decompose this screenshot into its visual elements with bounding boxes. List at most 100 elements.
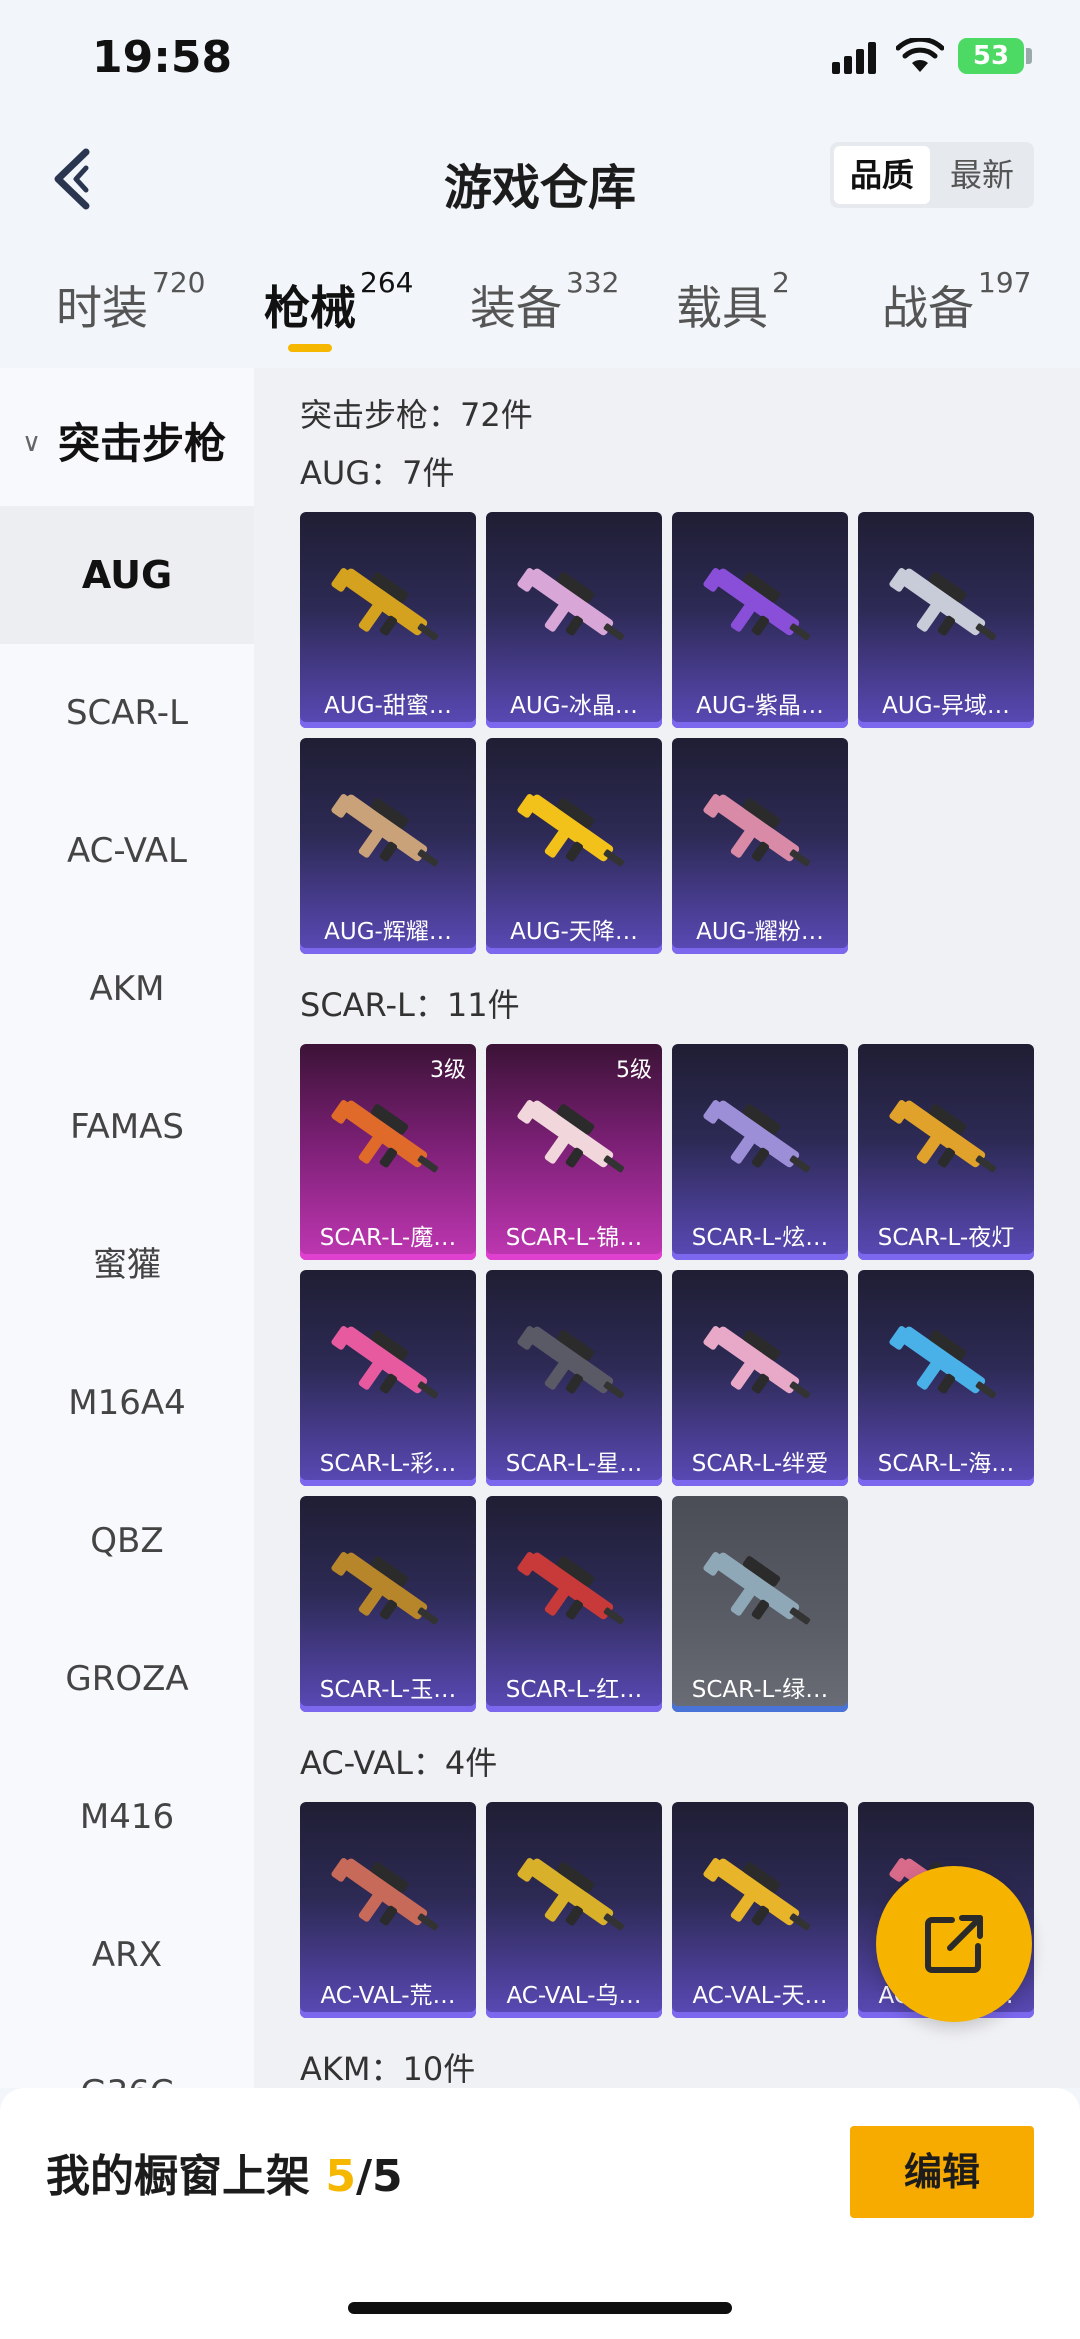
weapon-name: SCAR-L-夜灯 (877, 1225, 1015, 1251)
sort-newest-button[interactable]: 最新 (934, 146, 1030, 204)
tab-count: 2 (772, 266, 790, 299)
header: 游戏仓库 品质 最新 (0, 120, 1080, 240)
weapon-card[interactable]: AUG-甜蜜… (300, 512, 476, 728)
section-title: AKM：10件 (300, 2050, 476, 2088)
tab-label: 枪械 (264, 281, 356, 335)
sidebar-item[interactable]: ARX (0, 1886, 254, 2024)
battery-tip (1026, 48, 1032, 64)
weapon-grid: 突击步枪：72件 AUG：7件 AUG-甜蜜… AUG-冰晶… AUG-紫晶… AUG-… (254, 368, 1080, 2088)
weapon-card[interactable]: SCAR-L-彩… (300, 1270, 476, 1486)
showcase-label: 我的橱窗上架 (46, 2151, 326, 2202)
weapon-card[interactable]: AC-VAL-荒… (300, 1802, 476, 2018)
weapon-name: SCAR-L-绊爱 (691, 1451, 829, 1477)
sidebar-item[interactable]: AUG (0, 506, 254, 644)
tab-label: 装备 (470, 281, 562, 335)
weapon-name: SCAR-L-彩… (319, 1451, 457, 1477)
tab-label: 战备 (882, 281, 974, 335)
weapon-sidebar: ∨ 突击步枪 AUG SCAR-L AC-VAL AKM FAMAS 蜜獾 M16A4 QBZ… (0, 368, 254, 2088)
bottom-bar: 我的橱窗上架 5/5 编辑 (0, 2088, 1080, 2339)
weapon-name: SCAR-L-玉… (319, 1677, 457, 1703)
sort-quality-button[interactable]: 品质 (834, 146, 930, 204)
weapon-card[interactable]: AUG-异域… (858, 512, 1034, 728)
weapon-name: SCAR-L-绿… (691, 1677, 829, 1703)
weapon-name: SCAR-L-红… (505, 1677, 643, 1703)
sidebar-item[interactable]: FAMAS (0, 1058, 254, 1196)
rifle-icon (703, 568, 811, 641)
weapon-card[interactable]: AUG-紫晶… (672, 512, 848, 728)
weapon-name: AC-VAL-荒… (320, 1983, 456, 2009)
rifle-icon (889, 1326, 997, 1399)
sidebar-item[interactable]: M16A4 (0, 1334, 254, 1472)
weapon-card[interactable]: AC-VAL-天… (672, 1802, 848, 2018)
battery-level: 53 (958, 38, 1024, 74)
sidebar-category[interactable]: ∨ 突击步枪 (0, 368, 254, 506)
tab-vehicles[interactable]: 载具 2 (676, 266, 790, 338)
weapon-name: AUG-异域… (882, 693, 1010, 719)
weapon-card[interactable]: 3级 SCAR-L-魔… (300, 1044, 476, 1260)
weapon-card[interactable]: SCAR-L-夜灯 (858, 1044, 1034, 1260)
rifle-icon (703, 1858, 811, 1931)
chevron-down-icon: ∨ (22, 428, 42, 458)
showcase-count: 5 (325, 2151, 356, 2202)
tab-equipment[interactable]: 装备 332 (470, 266, 619, 338)
rifle-icon (517, 794, 625, 867)
edit-button[interactable]: 编辑 (850, 2126, 1034, 2218)
tab-label: 时装 (56, 281, 148, 335)
rifle-icon (517, 568, 625, 641)
weapon-card[interactable]: AUG-冰晶… (486, 512, 662, 728)
weapon-name: AUG-甜蜜… (324, 693, 452, 719)
sidebar-item[interactable]: AC-VAL (0, 782, 254, 920)
sidebar-item[interactable]: M416 (0, 1748, 254, 1886)
weapon-card[interactable]: AUG-天降… (486, 738, 662, 954)
rifle-icon (517, 1858, 625, 1931)
rifle-icon (331, 1552, 439, 1625)
tab-count: 197 (978, 266, 1032, 299)
rifle-icon (703, 1552, 811, 1625)
sidebar-item[interactable]: SCAR-L (0, 644, 254, 782)
weapon-card[interactable]: SCAR-L-海… (858, 1270, 1034, 1486)
tab-guns[interactable]: 枪械 264 (264, 266, 413, 338)
active-tab-indicator (288, 344, 332, 352)
share-button[interactable] (876, 1866, 1032, 2022)
weapon-card[interactable]: SCAR-L-星… (486, 1270, 662, 1486)
sidebar-item[interactable]: GROZA (0, 1610, 254, 1748)
rifle-icon (331, 568, 439, 641)
status-bar: 19:58 53 (0, 0, 1080, 120)
level-badge: 5级 (616, 1058, 652, 1083)
weapon-card[interactable]: SCAR-L-绊爱 (672, 1270, 848, 1486)
sidebar-item[interactable]: 蜜獾 (0, 1196, 254, 1334)
rifle-icon (517, 1100, 625, 1173)
weapon-card[interactable]: SCAR-L-玉… (300, 1496, 476, 1712)
weapon-name: AUG-冰晶… (510, 693, 638, 719)
weapon-card[interactable]: SCAR-L-绿… (672, 1496, 848, 1712)
weapon-card[interactable]: SCAR-L-炫… (672, 1044, 848, 1260)
rifle-icon (331, 1858, 439, 1931)
level-badge: 3级 (430, 1058, 466, 1083)
weapon-card[interactable]: AUG-辉耀… (300, 738, 476, 954)
weapon-name: AUG-天降… (510, 919, 638, 945)
weapon-name: AUG-辉耀… (324, 919, 452, 945)
rifle-icon (703, 1100, 811, 1173)
rifle-icon (889, 1100, 997, 1173)
weapon-name: AC-VAL-天… (692, 1983, 828, 2009)
showcase-total: /5 (355, 2151, 403, 2202)
cellular-signal-icon (832, 42, 876, 74)
sidebar-item[interactable]: G36C (0, 2024, 254, 2088)
section-title: AC-VAL：4件 (300, 1744, 498, 1782)
weapon-name: SCAR-L-锦… (505, 1225, 643, 1251)
weapon-card[interactable]: AC-VAL-乌… (486, 1802, 662, 2018)
rifle-icon (889, 568, 997, 641)
category-tabs: 时装 720 枪械 264 装备 332 载具 2 战备 197 (0, 258, 1080, 368)
sidebar-item[interactable]: AKM (0, 920, 254, 1058)
weapon-card[interactable]: 5级 SCAR-L-锦… (486, 1044, 662, 1260)
rifle-icon (331, 1326, 439, 1399)
tab-fashion[interactable]: 时装 720 (56, 266, 205, 338)
weapon-name: AUG-耀粉… (696, 919, 824, 945)
showcase-status: 我的橱窗上架 5/5 (46, 2140, 403, 2204)
sidebar-item[interactable]: QBZ (0, 1472, 254, 1610)
home-indicator (348, 2302, 732, 2314)
rifle-icon (331, 794, 439, 867)
weapon-card[interactable]: SCAR-L-红… (486, 1496, 662, 1712)
tab-supplies[interactable]: 战备 197 (882, 266, 1031, 338)
weapon-card[interactable]: AUG-耀粉… (672, 738, 848, 954)
